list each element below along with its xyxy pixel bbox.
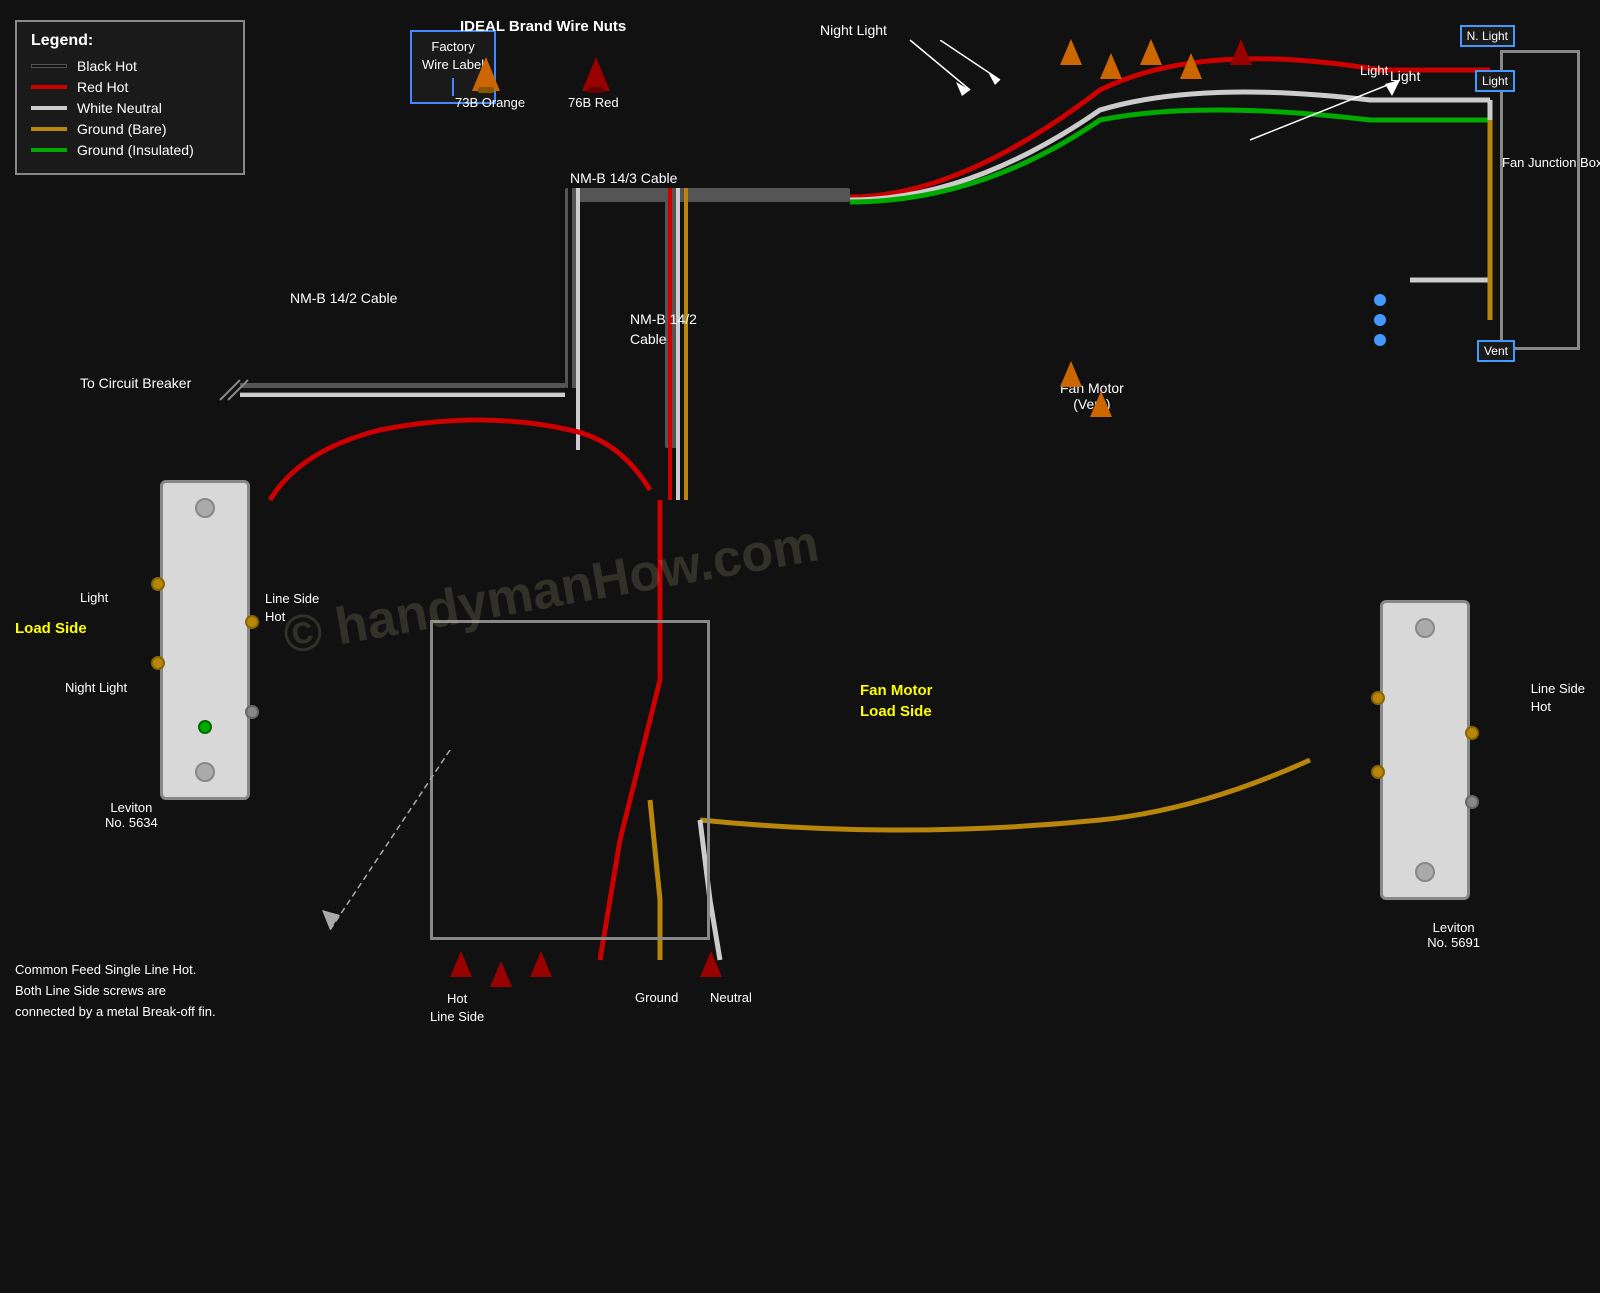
- nut-label-73b: 73B Orange: [455, 95, 525, 110]
- left-switch-screw-bottom: [195, 762, 215, 782]
- neutral-label: Neutral: [710, 990, 752, 1005]
- line-side-hot-right-label: Line SideHot: [1531, 680, 1585, 716]
- right-switch-screw-bottom: [1415, 862, 1435, 882]
- label-night-light-left: Night Light: [65, 680, 127, 695]
- legend-line-ground: [31, 127, 67, 131]
- night-light-arrows: [880, 30, 1000, 110]
- svg-text:Light: Light: [1360, 63, 1389, 78]
- right-switch-body: [1380, 600, 1470, 900]
- legend-title: Legend:: [31, 32, 229, 50]
- right-switch-screw-side-2: [1371, 765, 1385, 779]
- left-switch-ground-screw: [198, 720, 212, 734]
- fan-junction-box: [1500, 50, 1580, 350]
- hot-line-side-label: HotLine Side: [430, 990, 484, 1026]
- wire-nut-orange-fan-3: [1140, 38, 1162, 66]
- wire-nut-orange-fan-4: [1180, 52, 1202, 80]
- dashed-arrow: [300, 750, 500, 950]
- left-switch-screw-side-3: [245, 615, 259, 629]
- legend-label-white: White Neutral: [77, 100, 162, 116]
- vent-tag: Vent: [1477, 340, 1515, 362]
- legend-line-white: [31, 106, 67, 110]
- fan-motor-load-side-label: Fan MotorLoad Side: [860, 680, 933, 722]
- nut-label-76b: 76B Red: [568, 95, 619, 110]
- wire-nut-orange-1: [470, 55, 502, 93]
- fan-junction-label: Fan Junction Box: [1502, 155, 1580, 170]
- legend-line-green: [31, 148, 67, 152]
- left-switch-body: [160, 480, 250, 800]
- wire-nut-hot-2: [490, 960, 512, 988]
- n-light-tag: N. Light: [1460, 25, 1515, 47]
- wire-nut-hot-1: [450, 950, 472, 978]
- legend-label-ground: Ground (Bare): [77, 121, 166, 137]
- diagram-container: Legend: Black Hot Red Hot White Neutral …: [0, 0, 1600, 1293]
- legend-item-white: White Neutral: [31, 100, 229, 116]
- right-switch-screw-top: [1415, 618, 1435, 638]
- cable-label-142-top: NM-B 14/2 Cable: [290, 290, 397, 306]
- left-switch-screw-side-4: [245, 705, 259, 719]
- line-side-hot-left-label: Line SideHot: [265, 590, 319, 626]
- ground-label: Ground: [635, 990, 678, 1005]
- wire-nut-orange-fan-2: [1100, 52, 1122, 80]
- cable-label-142-mid: NM-B 14/2Cable: [630, 310, 697, 349]
- load-side-left-label: Load Side: [15, 620, 87, 637]
- legend-label-red: Red Hot: [77, 79, 128, 95]
- ideal-brand-label: IDEAL Brand Wire Nuts: [460, 18, 626, 35]
- wire-nut-orange-fan-1: [1060, 38, 1082, 66]
- cable-label-143: NM-B 14/3 Cable: [570, 170, 677, 186]
- legend-item-black: Black Hot: [31, 58, 229, 74]
- leviton-right-label: LevitonNo. 5691: [1427, 920, 1480, 950]
- left-switch-screw-side-2: [151, 656, 165, 670]
- light-arrows: Light: [1200, 60, 1450, 160]
- circuit-breaker-label: To Circuit Breaker: [80, 375, 191, 391]
- legend-item-ground-bare: Ground (Bare): [31, 121, 229, 137]
- label-light-left: Light: [80, 590, 108, 605]
- common-feed-label: Common Feed Single Line Hot. Both Line S…: [15, 960, 216, 1022]
- legend-line-black: [31, 64, 67, 68]
- legend-label-green: Ground (Insulated): [77, 142, 194, 158]
- left-switch-screw-top: [195, 498, 215, 518]
- legend-label-black: Black Hot: [77, 58, 137, 74]
- legend-box: Legend: Black Hot Red Hot White Neutral …: [15, 20, 245, 175]
- wire-nut-fan-motor: [1060, 360, 1082, 388]
- right-switch-screw-side-4: [1465, 795, 1479, 809]
- leviton-left-label: LevitonNo. 5634: [105, 800, 158, 830]
- wire-nut-neutral: [700, 950, 722, 978]
- wire-nut-hot-3: [530, 950, 552, 978]
- legend-line-red: [31, 85, 67, 89]
- legend-item-ground-insulated: Ground (Insulated): [31, 142, 229, 158]
- legend-item-red: Red Hot: [31, 79, 229, 95]
- left-switch-screw-side-1: [151, 577, 165, 591]
- wire-nut-fan-motor-2: [1090, 390, 1112, 418]
- night-light-top-label: Night Light: [820, 22, 887, 38]
- wire-nut-red-1: [580, 55, 612, 93]
- light-tag-1: Light: [1475, 70, 1515, 92]
- right-switch-screw-side-1: [1371, 691, 1385, 705]
